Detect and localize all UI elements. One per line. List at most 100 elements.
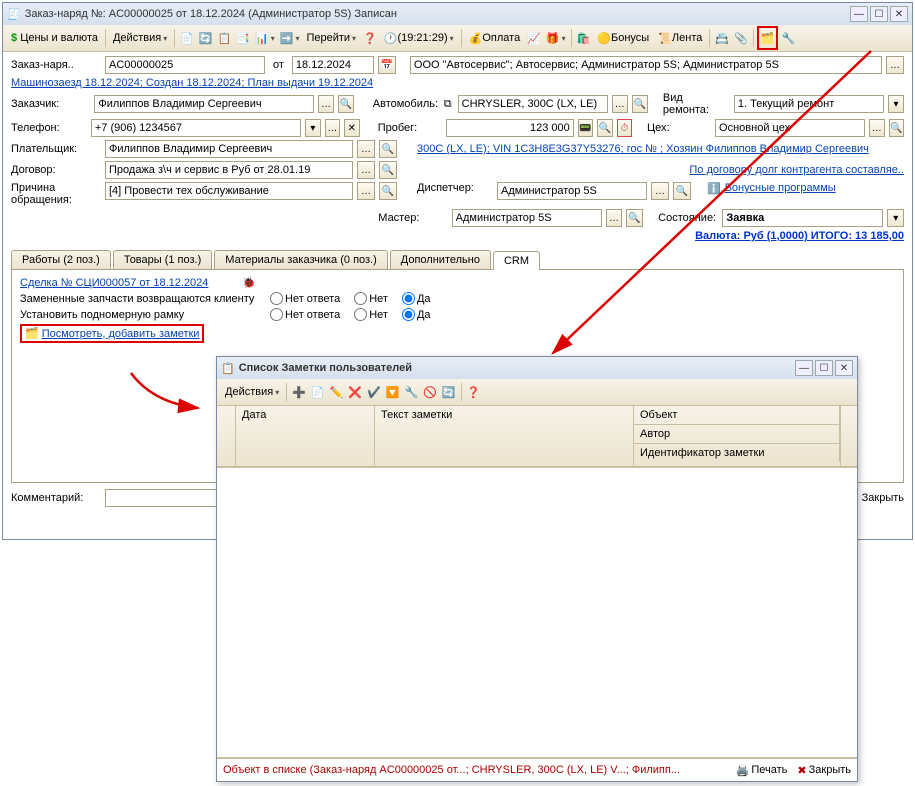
payer-search-button[interactable]: 🔍 xyxy=(379,140,397,158)
maximize-button[interactable]: ☐ xyxy=(870,6,888,22)
sub-filter2-button[interactable]: 🔧 xyxy=(402,382,420,402)
grid-body[interactable] xyxy=(217,467,857,758)
trace-link[interactable]: Машинозаезд 18.12.2024; Создан 18.12.202… xyxy=(11,77,373,89)
order-no-input[interactable] xyxy=(105,56,265,74)
tb-icon-1[interactable]: 📄 xyxy=(178,28,196,48)
actions-menu[interactable]: Действия▾ xyxy=(109,28,171,48)
col-text[interactable]: Текст заметки xyxy=(375,406,634,466)
disp-search-button[interactable]: 🔍 xyxy=(673,182,691,200)
time-button[interactable]: 🕐(19:21:29)▾ xyxy=(380,28,458,48)
tab-materials[interactable]: Материалы заказчика (0 поз.) xyxy=(214,250,388,269)
q2-no[interactable]: Нет xyxy=(354,308,388,321)
state-input[interactable] xyxy=(722,209,883,227)
shop-input[interactable] xyxy=(715,119,865,137)
sub-edit-button[interactable]: ✏️ xyxy=(328,382,346,402)
tb-icon-12[interactable]: 🔧 xyxy=(779,28,797,48)
notes-toolbar-button[interactable]: 🗂️ xyxy=(757,26,779,50)
q1-no[interactable]: Нет xyxy=(354,292,388,305)
phone-x-button[interactable]: ✕ xyxy=(344,119,359,137)
disp-input[interactable] xyxy=(497,182,647,200)
reason-search-button[interactable]: 🔍 xyxy=(379,182,397,200)
tab-crm[interactable]: CRM xyxy=(493,251,540,270)
tb-icon-3[interactable]: 📋 xyxy=(216,28,234,48)
tab-extra[interactable]: Дополнительно xyxy=(390,250,491,269)
col-id[interactable]: Идентификатор заметки xyxy=(634,444,840,462)
lenta-button[interactable]: 📜Лента xyxy=(654,28,706,48)
bonus-button[interactable]: 🟡Бонусы xyxy=(593,28,653,48)
org-input[interactable] xyxy=(410,56,882,74)
sub-add-button[interactable]: ➕ xyxy=(290,382,308,402)
q1-noanswer[interactable]: Нет ответа xyxy=(270,292,340,305)
tab-works[interactable]: Работы (2 поз.) xyxy=(11,250,111,269)
q2-yes[interactable]: Да xyxy=(402,308,431,321)
sub-mark-button[interactable]: ✔️ xyxy=(365,382,383,402)
disp-more-button[interactable]: … xyxy=(651,182,669,200)
contract-search-button[interactable]: 🔍 xyxy=(379,161,397,179)
grid-vscroll[interactable] xyxy=(840,406,857,467)
go-menu[interactable]: Перейти▾ xyxy=(302,28,360,48)
tb-icon-4[interactable]: 📑 xyxy=(234,28,252,48)
phone-more-button[interactable]: … xyxy=(325,119,340,137)
tb-icon-10[interactable]: 📇 xyxy=(713,28,731,48)
close-button[interactable]: Закрыть xyxy=(862,492,904,504)
payer-more-button[interactable]: … xyxy=(357,140,375,158)
sub-del-button[interactable]: ❌ xyxy=(346,382,364,402)
close-button[interactable]: ✕ xyxy=(890,6,908,22)
contract-more-button[interactable]: … xyxy=(357,161,375,179)
bonus-prog-link[interactable]: Бонусные программы xyxy=(725,182,836,194)
tb-icon-2[interactable]: 🔄 xyxy=(197,28,215,48)
sub-copy-button[interactable]: 📄 xyxy=(309,382,327,402)
prices-button[interactable]: $ Цены и валюта xyxy=(7,28,102,48)
org-more-button[interactable]: … xyxy=(886,56,904,74)
tb-help-icon[interactable]: ❓ xyxy=(361,28,379,48)
date-input[interactable] xyxy=(292,56,374,74)
repair-dd-button[interactable]: ▾ xyxy=(888,95,904,113)
sub-close-button[interactable]: ✕ xyxy=(835,360,853,376)
mileage-warn-button[interactable]: ⏱ xyxy=(617,119,632,137)
phone-input[interactable] xyxy=(91,119,301,137)
mileage-input[interactable] xyxy=(446,119,574,137)
customer-input[interactable] xyxy=(94,95,314,113)
tb-icon-11[interactable]: 📎 xyxy=(732,28,750,48)
master-search-button[interactable]: 🔍 xyxy=(626,209,643,227)
q2-noanswer[interactable]: Нет ответа xyxy=(270,308,340,321)
tb-icon-7[interactable]: 📈 xyxy=(525,28,543,48)
state-dd-button[interactable]: ▾ xyxy=(887,209,904,227)
master-input[interactable] xyxy=(452,209,602,227)
customer-more-button[interactable]: … xyxy=(318,95,334,113)
vin-link[interactable]: 300C (LX, LE); VIN 1C3H8E3G37Y53276; гос… xyxy=(417,143,904,155)
tb-icon-5[interactable]: 📊▾ xyxy=(253,28,277,48)
mileage-calc-button[interactable]: 📟 xyxy=(578,119,593,137)
tab-goods[interactable]: Товары (1 поз.) xyxy=(113,250,212,269)
date-picker-button[interactable]: 📅 xyxy=(378,56,396,74)
pay-button[interactable]: 💰Оплата xyxy=(465,28,525,48)
repair-input[interactable] xyxy=(734,95,884,113)
shop-more-button[interactable]: … xyxy=(869,119,884,137)
reason-input[interactable] xyxy=(105,182,353,200)
phone-dd-button[interactable]: ▾ xyxy=(305,119,320,137)
contract-input[interactable] xyxy=(105,161,353,179)
payer-input[interactable] xyxy=(105,140,353,158)
debt-link[interactable]: По договору долг контрагента составляе.. xyxy=(689,164,904,176)
shop-search-button[interactable]: 🔍 xyxy=(889,119,904,137)
reason-more-button[interactable]: … xyxy=(357,182,375,200)
sub-filteroff-button[interactable]: 🚫 xyxy=(421,382,439,402)
sub-actions-menu[interactable]: Действия▾ xyxy=(221,382,283,402)
tb-icon-6[interactable]: ➡️▾ xyxy=(278,28,302,48)
mileage-ext-button[interactable]: 🔍 xyxy=(597,119,612,137)
sub-refresh-button[interactable]: 🔄 xyxy=(440,382,458,402)
master-more-button[interactable]: … xyxy=(606,209,623,227)
sub-minimize-button[interactable]: — xyxy=(795,360,813,376)
print-button[interactable]: Печать xyxy=(751,764,787,776)
view-notes-link[interactable]: Посмотреть, добавить заметки xyxy=(42,328,200,340)
sub-filter1-button[interactable]: 🔽 xyxy=(384,382,402,402)
col-author[interactable]: Автор xyxy=(634,425,840,444)
tb-icon-9[interactable]: 🛍️ xyxy=(575,28,593,48)
auto-more-button[interactable]: … xyxy=(612,95,628,113)
auto-search-button[interactable]: 🔍 xyxy=(632,95,648,113)
minimize-button[interactable]: — xyxy=(850,6,868,22)
auto-input[interactable] xyxy=(458,95,608,113)
tb-icon-8[interactable]: 🎁▾ xyxy=(544,28,568,48)
sub-close-text-button[interactable]: Закрыть xyxy=(809,764,851,776)
deal-link[interactable]: Сделка № СЦИ000057 от 18.12.2024 xyxy=(20,277,208,289)
